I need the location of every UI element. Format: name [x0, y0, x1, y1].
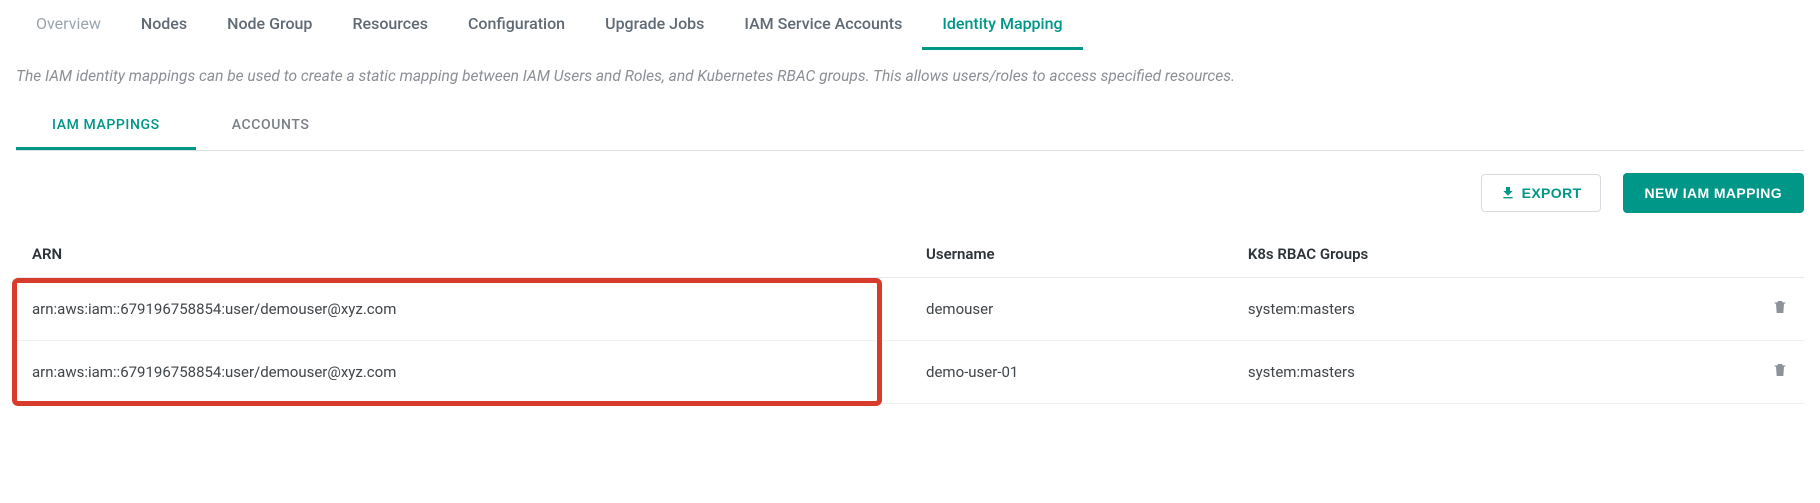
col-header-groups: K8s RBAC Groups — [1232, 231, 1715, 278]
cell-groups: system:masters — [1232, 278, 1715, 341]
cell-arn: arn:aws:iam::679196758854:user/demouser@… — [16, 278, 910, 341]
cell-arn: arn:aws:iam::679196758854:user/demouser@… — [16, 341, 910, 404]
tab-resources[interactable]: Resources — [332, 0, 448, 50]
new-iam-mapping-button[interactable]: NEW IAM MAPPING — [1623, 173, 1804, 213]
cell-username: demo-user-01 — [910, 341, 1232, 404]
export-label: EXPORT — [1522, 185, 1582, 201]
cell-groups: system:masters — [1232, 341, 1715, 404]
col-header-arn: ARN — [16, 231, 910, 278]
tab-upgrade-jobs[interactable]: Upgrade Jobs — [585, 0, 724, 50]
export-button[interactable]: EXPORT — [1481, 174, 1601, 212]
col-header-actions — [1715, 231, 1804, 278]
table-wrap: ARN Username K8s RBAC Groups arn:aws:iam… — [0, 231, 1820, 404]
top-tabs: Overview Nodes Node Group Resources Conf… — [0, 0, 1820, 51]
trash-icon[interactable] — [1772, 298, 1788, 316]
download-icon — [1500, 185, 1516, 201]
col-header-username: Username — [910, 231, 1232, 278]
iam-mappings-table: ARN Username K8s RBAC Groups arn:aws:iam… — [16, 231, 1804, 404]
cell-username: demouser — [910, 278, 1232, 341]
trash-icon[interactable] — [1772, 361, 1788, 379]
table-row: arn:aws:iam::679196758854:user/demouser@… — [16, 278, 1804, 341]
tab-nodes[interactable]: Nodes — [121, 0, 207, 50]
tab-node-group[interactable]: Node Group — [207, 0, 332, 50]
tab-iam-service-accounts[interactable]: IAM Service Accounts — [724, 0, 922, 50]
tab-identity-mapping[interactable]: Identity Mapping — [922, 0, 1082, 50]
table-row: arn:aws:iam::679196758854:user/demouser@… — [16, 341, 1804, 404]
subtab-accounts[interactable]: ACCOUNTS — [196, 103, 346, 150]
page-description: The IAM identity mappings can be used to… — [0, 51, 1820, 103]
subtab-iam-mappings[interactable]: IAM MAPPINGS — [16, 103, 196, 150]
tab-configuration[interactable]: Configuration — [448, 0, 585, 50]
sub-tabs: IAM MAPPINGS ACCOUNTS — [16, 103, 1804, 151]
toolbar: EXPORT NEW IAM MAPPING — [0, 151, 1820, 231]
tab-overview[interactable]: Overview — [16, 0, 121, 50]
